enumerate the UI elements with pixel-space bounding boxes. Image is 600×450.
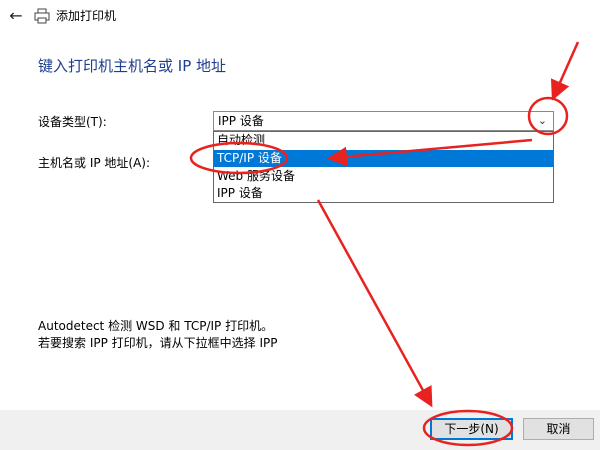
back-arrow-icon[interactable]: ← bbox=[6, 6, 26, 26]
device-type-select[interactable]: IPP 设备 ⌄ bbox=[213, 111, 554, 131]
dropdown-option-web-services[interactable]: Web 服务设备 bbox=[214, 168, 553, 185]
dropdown-option-ipp[interactable]: IPP 设备 bbox=[214, 185, 553, 202]
device-type-label: 设备类型(T): bbox=[38, 115, 107, 129]
title-bar: ← 添加打印机 bbox=[0, 0, 600, 32]
cancel-button[interactable]: 取消 bbox=[523, 418, 594, 440]
device-type-dropdown: 自动检测 TCP/IP 设备 Web 服务设备 IPP 设备 bbox=[213, 131, 554, 203]
info-text-line1: Autodetect 检测 WSD 和 TCP/IP 打印机。 bbox=[38, 319, 274, 333]
dropdown-option-autodetect[interactable]: 自动检测 bbox=[214, 132, 553, 149]
next-button[interactable]: 下一步(N) bbox=[430, 418, 513, 440]
page-heading: 键入打印机主机名或 IP 地址 bbox=[38, 57, 227, 75]
annotation-arrow-to-next bbox=[316, 199, 433, 408]
window-title: 添加打印机 bbox=[56, 9, 117, 23]
host-address-label: 主机名或 IP 地址(A): bbox=[38, 156, 151, 170]
annotation-arrow-to-dropdown bbox=[550, 41, 580, 101]
info-text-line2: 若要搜索 IPP 打印机，请从下拉框中选择 IPP bbox=[38, 336, 278, 350]
printer-icon bbox=[34, 8, 50, 24]
device-type-value: IPP 设备 bbox=[218, 114, 264, 128]
dropdown-option-tcpip[interactable]: TCP/IP 设备 bbox=[214, 150, 553, 167]
chevron-down-icon[interactable]: ⌄ bbox=[538, 115, 547, 127]
